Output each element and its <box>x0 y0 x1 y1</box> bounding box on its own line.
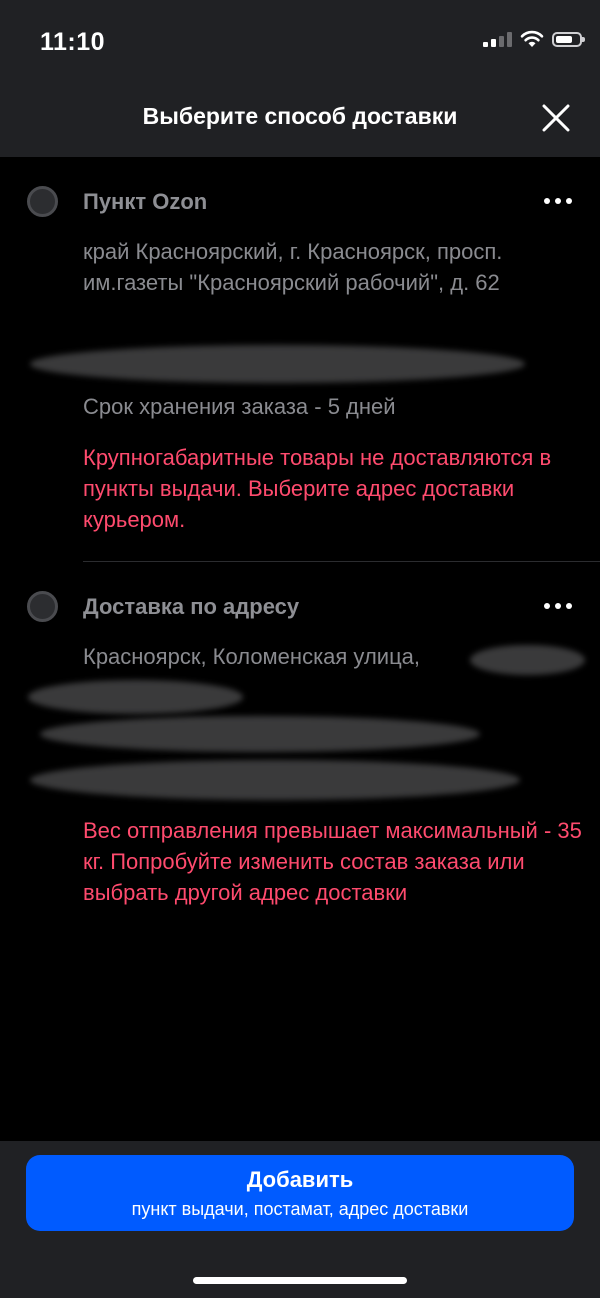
battery-icon <box>552 31 585 47</box>
add-button-sublabel: пункт выдачи, постамат, адрес доставки <box>131 1199 469 1219</box>
status-icons <box>483 30 585 48</box>
redacted-text <box>28 680 243 714</box>
divider <box>83 561 600 562</box>
redacted-text <box>30 345 525 383</box>
radio-button[interactable] <box>27 591 58 622</box>
storage-period: Срок хранения заказа - 5 дней <box>83 394 396 419</box>
page-title: Выберите способ доставки <box>142 103 458 129</box>
warning-text: Вес отправления превышает максимальный -… <box>83 818 582 905</box>
close-icon[interactable] <box>540 102 572 134</box>
warning-text: Крупногабаритные товары не доставляются … <box>83 445 552 532</box>
more-options-icon[interactable] <box>544 603 572 609</box>
option-title: Пункт Ozon <box>83 189 208 214</box>
add-delivery-button[interactable]: Добавить пункт выдачи, постамат, адрес д… <box>26 1155 574 1231</box>
option-address: край Красноярский, г. Красноярск, просп.… <box>83 239 503 295</box>
more-options-icon[interactable] <box>544 198 572 204</box>
radio-button[interactable] <box>27 186 58 217</box>
redacted-text <box>40 716 480 752</box>
wifi-icon <box>520 30 544 47</box>
redacted-text <box>470 645 585 675</box>
screen: 11:10 Выберите способ доставки Пункт Ozo… <box>0 0 600 1298</box>
option-title: Доставка по адресу <box>83 594 300 619</box>
redacted-text <box>30 760 520 800</box>
add-button-label: Добавить <box>246 1167 354 1192</box>
status-time: 11:10 <box>40 28 106 56</box>
option-address: Красноярск, Коломенская улица, <box>83 644 421 669</box>
cellular-signal-icon <box>483 31 512 47</box>
top-bar: 11:10 Выберите способ доставки <box>0 0 600 157</box>
home-indicator[interactable] <box>193 1277 407 1284</box>
